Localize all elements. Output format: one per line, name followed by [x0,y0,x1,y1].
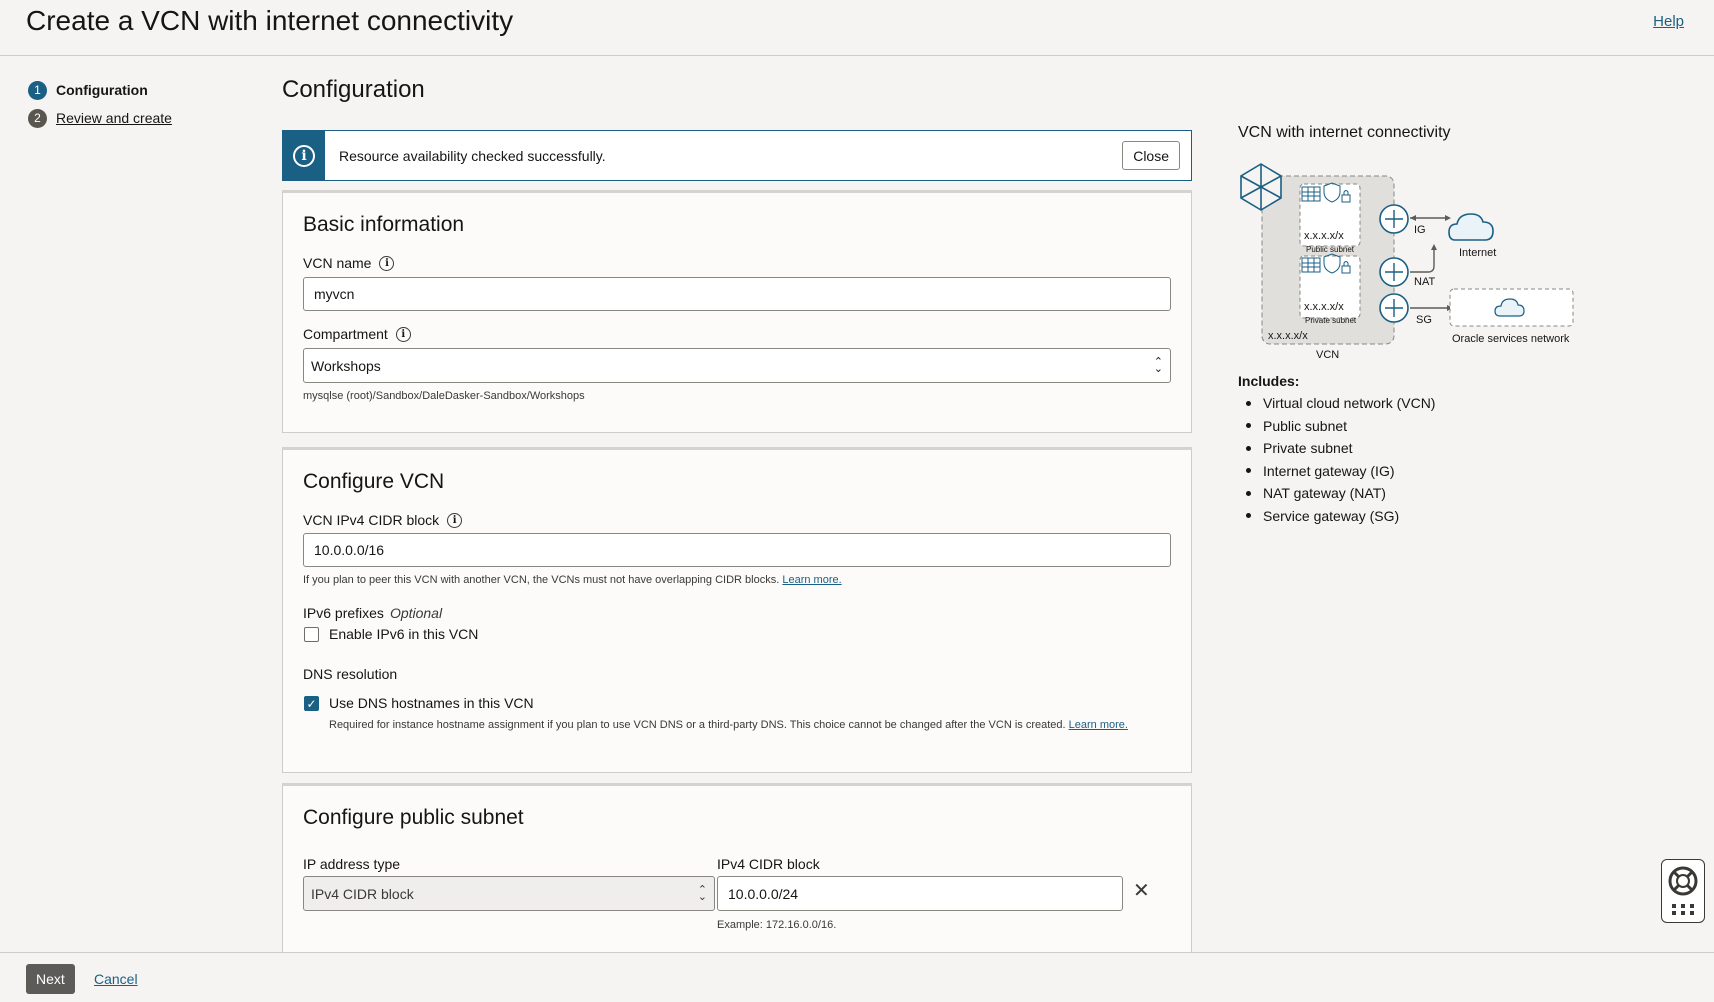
vcn-cidr-input[interactable]: 10.0.0.0/16 [303,533,1171,567]
info-icon[interactable]: i [447,512,463,528]
dns-hint: Required for instance hostname assignmen… [329,719,1128,731]
basic-information-card: Basic information VCN name i myvcn Compa… [282,190,1192,433]
label-text: IPv6 prefixes [303,605,384,621]
optional-tag: Optional [389,605,443,621]
step-number: 2 [28,108,47,128]
section-title: Configuration [282,76,425,103]
public-subnet-label: Public subnet [1306,245,1355,254]
learn-more-link[interactable]: Learn more. [782,574,841,586]
subnet-cidr-input[interactable]: 10.0.0.0/24 [717,876,1123,911]
includes-heading: Includes: [1238,373,1300,389]
compartment-value: Workshops [311,357,381,374]
vcn-cidr: x.x.x.x/x [1268,330,1308,342]
compartment-label: Compartment i [303,326,411,342]
info-banner: i Resource availability checked successf… [282,130,1192,181]
configure-vcn-card: Configure VCN VCN IPv4 CIDR block i 10.0… [282,447,1192,773]
close-icon[interactable]: ✕ [1133,878,1150,903]
nat-label: NAT [1414,276,1435,288]
info-icon[interactable]: i [395,326,411,342]
footer-bar: Next Cancel [0,952,1714,1002]
internet-label: Internet [1459,247,1496,259]
ip-type-select[interactable]: IPv4 CIDR block ⌃ ⌄ [303,876,715,911]
dns-checkbox[interactable]: ✓ [304,696,319,711]
step-configuration[interactable]: 1 Configuration [28,76,172,104]
help-widget[interactable] [1661,859,1705,923]
private-cidr: x.x.x.x/x [1304,301,1344,313]
step-number: 1 [28,80,47,100]
banner-text: Resource availability checked successful… [339,147,606,164]
compartment-path: mysqlse (root)/Sandbox/DaleDasker-Sandbo… [303,390,585,402]
public-cidr: x.x.x.x/x [1304,230,1344,242]
lifebuoy-icon [1668,866,1698,915]
dns-checkbox-label[interactable]: Use DNS hostnames in this VCN [329,695,534,711]
list-item: NAT gateway (NAT) [1238,482,1435,505]
ig-label: IG [1414,224,1426,236]
label-text: Compartment [303,326,388,342]
hint-text: Required for instance hostname assignmen… [329,719,1066,731]
list-item: Service gateway (SG) [1238,505,1435,528]
step-review-and-create[interactable]: 2 Review and create [28,104,172,132]
learn-more-link[interactable]: Learn more. [1069,719,1128,731]
list-item: Private subnet [1238,437,1435,460]
info-icon: i [283,131,325,180]
configure-public-subnet-card: Configure public subnet IP address type … [282,783,1192,963]
page-title: Create a VCN with internet connectivity [26,5,514,36]
ip-type-label: IP address type [303,856,401,872]
diagram-title: VCN with internet connectivity [1238,124,1451,141]
sg-label: SG [1416,314,1432,326]
vcn-label: VCN [1316,349,1339,361]
ipv6-label: IPv6 prefixes Optional [303,605,442,621]
ipv6-checkbox-label[interactable]: Enable IPv6 in this VCN [329,626,478,642]
list-item: Internet gateway (IG) [1238,460,1435,483]
compartment-select[interactable]: Workshops ⌃ ⌄ [303,348,1171,383]
info-icon[interactable]: i [379,255,395,271]
list-item: Virtual cloud network (VCN) [1238,392,1435,415]
page-header: Create a VCN with internet connectivity … [0,0,1714,56]
subnet-cidr-label: IPv4 CIDR block [717,856,820,872]
label-text: VCN IPv4 CIDR block [303,512,440,528]
card-heading: Configure public subnet [303,806,524,829]
chevron-up-down-icon: ⌃ ⌄ [1153,355,1163,375]
cidr-example: Example: 172.16.0.0/16. [717,919,837,931]
list-item: Public subnet [1238,415,1435,438]
private-subnet-label: Private subnet [1305,316,1357,325]
internet-cloud-icon [1448,213,1494,241]
card-heading: Basic information [303,213,465,236]
next-button[interactable]: Next [26,964,75,994]
vcn-cidr-label: VCN IPv4 CIDR block i [303,512,463,528]
dns-label: DNS resolution [303,666,398,682]
chevron-up-down-icon: ⌃ ⌄ [697,883,707,903]
label-text: VCN name [303,255,372,271]
vcn-name-label: VCN name i [303,255,395,271]
banner-close-button[interactable]: Close [1122,141,1180,170]
hint-text: If you plan to peer this VCN with anothe… [303,574,780,586]
step-label: Configuration [56,82,148,98]
step-label[interactable]: Review and create [56,110,172,126]
help-link[interactable]: Help [1653,13,1684,30]
includes-list: Virtual cloud network (VCN) Public subne… [1238,392,1435,527]
includes-section: Includes: Virtual cloud network (VCN) Pu… [1238,373,1435,527]
cancel-link[interactable]: Cancel [94,971,138,987]
ip-type-value: IPv4 CIDR block [311,885,414,902]
vcn-architecture-diagram: x.x.x.x/x Public subnet x.x.x.x/x Privat… [1240,163,1574,361]
cidr-hint: If you plan to peer this VCN with anothe… [303,574,842,586]
card-heading: Configure VCN [303,470,445,493]
wizard-steps: 1 Configuration 2 Review and create [28,76,172,132]
osn-label: Oracle services network [1452,333,1570,345]
ipv6-checkbox[interactable] [304,627,319,642]
vcn-name-input[interactable]: myvcn [303,277,1171,311]
